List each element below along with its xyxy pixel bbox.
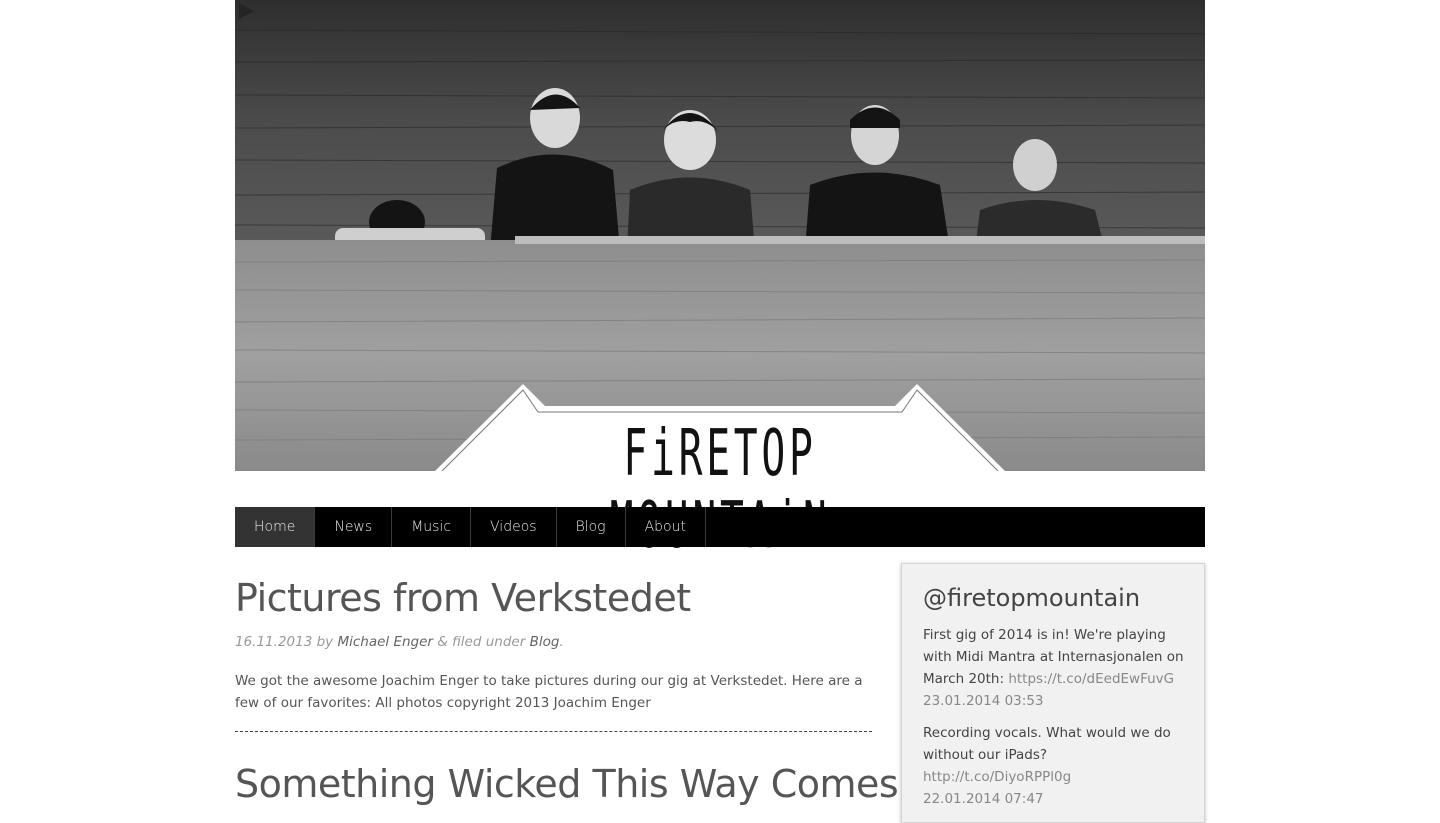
post-meta: 16.11.2013 by Michael Enger & filed unde…: [235, 632, 564, 652]
twitter-sidebar: @firetopmountain First gig of 2014 is in…: [901, 563, 1205, 823]
play-icon[interactable]: [235, 0, 257, 22]
post-divider: [235, 731, 872, 732]
post-filed-under: & filed under: [437, 634, 526, 650]
tweet-date: 23.01.2014 03:53: [923, 693, 1044, 709]
tweet-date: 22.01.2014 07:47: [923, 791, 1044, 807]
post-author-link[interactable]: Michael Enger: [337, 634, 433, 650]
band-photo-illustration: [235, 0, 1205, 471]
post-body: We got the awesome Joachim Enger to take…: [235, 673, 863, 711]
header-band-photo: [235, 0, 1205, 471]
nav-item-blog[interactable]: Blog: [557, 507, 626, 547]
tweet-item: First gig of 2014 is in! We're playing w…: [923, 624, 1185, 712]
tweet-text: Recording vocals. What would we do witho…: [923, 725, 1171, 763]
post-by: by: [316, 634, 334, 650]
post-date: 16.11.2013: [235, 634, 313, 650]
main-nav: Home News Music Videos Blog About: [235, 507, 1205, 547]
tweet-link[interactable]: https://t.co/dEedEwFuvG: [1008, 671, 1174, 687]
nav-item-home[interactable]: Home: [235, 507, 316, 547]
nav-item-news[interactable]: News: [315, 507, 393, 547]
nav-item-about[interactable]: About: [626, 507, 706, 547]
post-category-link[interactable]: Blog: [530, 634, 560, 650]
tweet-link[interactable]: http://t.co/DiyoRPPl0g: [923, 769, 1071, 785]
nav-item-videos[interactable]: Videos: [471, 507, 557, 547]
tweet-item: Recording vocals. What would we do witho…: [923, 722, 1185, 810]
nav-item-music[interactable]: Music: [392, 507, 472, 547]
post-title[interactable]: Pictures from Verkstedet: [235, 574, 691, 622]
next-post-title[interactable]: Something Wicked This Way Comes: [235, 760, 899, 808]
sidebar-title[interactable]: @firetopmountain: [923, 582, 1140, 614]
post-period: .: [559, 634, 564, 650]
